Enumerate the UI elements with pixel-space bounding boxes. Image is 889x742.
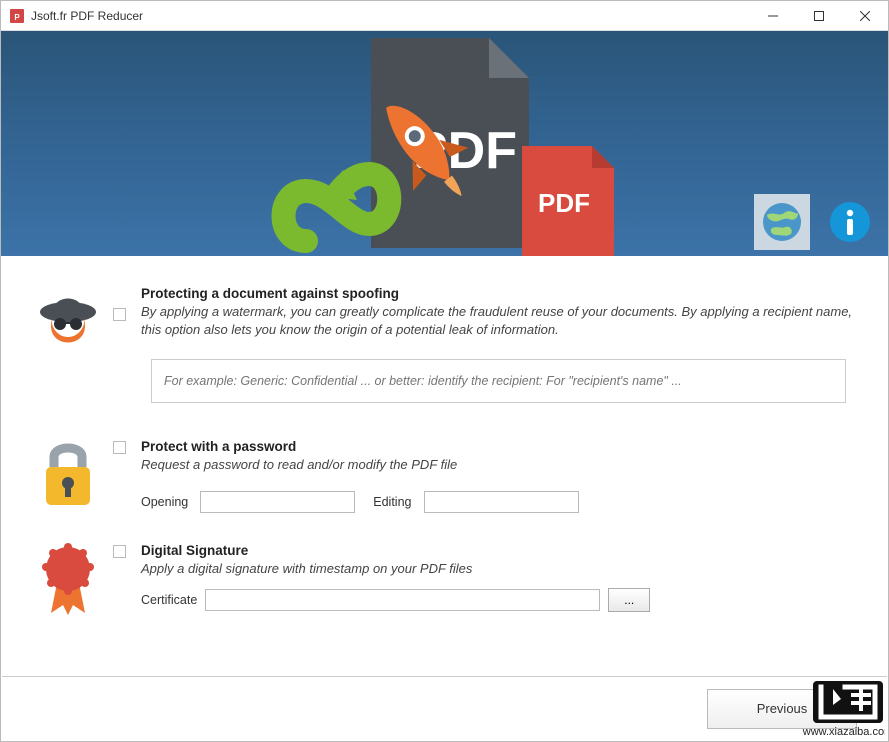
- maximize-button[interactable]: [796, 1, 842, 31]
- watermark-description: By applying a watermark, you can greatly…: [141, 303, 866, 339]
- pdf-badge-icon: PDF: [522, 146, 614, 256]
- certificate-path-input[interactable]: [205, 589, 600, 611]
- editing-password-input[interactable]: [424, 491, 579, 513]
- password-checkbox[interactable]: [113, 441, 126, 454]
- language-button[interactable]: [754, 194, 810, 250]
- loop-arrow-icon: [271, 146, 431, 256]
- spy-icon: [35, 286, 101, 358]
- window-titlebar: P Jsoft.fr PDF Reducer: [1, 1, 888, 31]
- certificate-label: Certificate: [141, 593, 197, 607]
- close-icon: [860, 11, 870, 21]
- signature-heading: Digital Signature: [141, 543, 866, 558]
- minimize-button[interactable]: [750, 1, 796, 31]
- maximize-icon: [814, 11, 824, 21]
- section-signature: Digital Signature Apply a digital signat…: [23, 543, 866, 617]
- info-button[interactable]: [822, 194, 878, 250]
- signature-description: Apply a digital signature with timestamp…: [141, 560, 866, 578]
- globe-icon: [761, 201, 803, 243]
- password-heading: Protect with a password: [141, 439, 866, 454]
- certificate-seal-icon: [39, 543, 97, 617]
- section-password: Protect with a password Request a passwo…: [23, 439, 866, 512]
- section-watermark: Protecting a document against spoofing B…: [23, 286, 866, 403]
- watermark-checkbox[interactable]: [113, 308, 126, 321]
- close-button[interactable]: [842, 1, 888, 31]
- opening-password-input[interactable]: [200, 491, 355, 513]
- svg-text:P: P: [14, 13, 20, 22]
- previous-button[interactable]: Previous: [707, 689, 857, 729]
- app-icon: P: [9, 8, 25, 24]
- signature-checkbox[interactable]: [113, 545, 126, 558]
- window-title: Jsoft.fr PDF Reducer: [31, 9, 750, 23]
- header-banner: PDF PDF: [1, 31, 888, 256]
- info-icon: [829, 201, 871, 243]
- editing-label: Editing: [373, 495, 411, 509]
- watermark-heading: Protecting a document against spoofing: [141, 286, 866, 301]
- opening-label: Opening: [141, 495, 188, 509]
- content-area: Protecting a document against spoofing B…: [1, 256, 888, 617]
- certificate-browse-button[interactable]: ...: [608, 588, 650, 612]
- footer-bar: Previous: [2, 676, 887, 740]
- watermark-input[interactable]: [151, 359, 846, 403]
- lock-icon: [40, 439, 96, 511]
- pdf-badge-text: PDF: [538, 188, 590, 218]
- password-description: Request a password to read and/or modify…: [141, 456, 866, 474]
- minimize-icon: [768, 11, 778, 21]
